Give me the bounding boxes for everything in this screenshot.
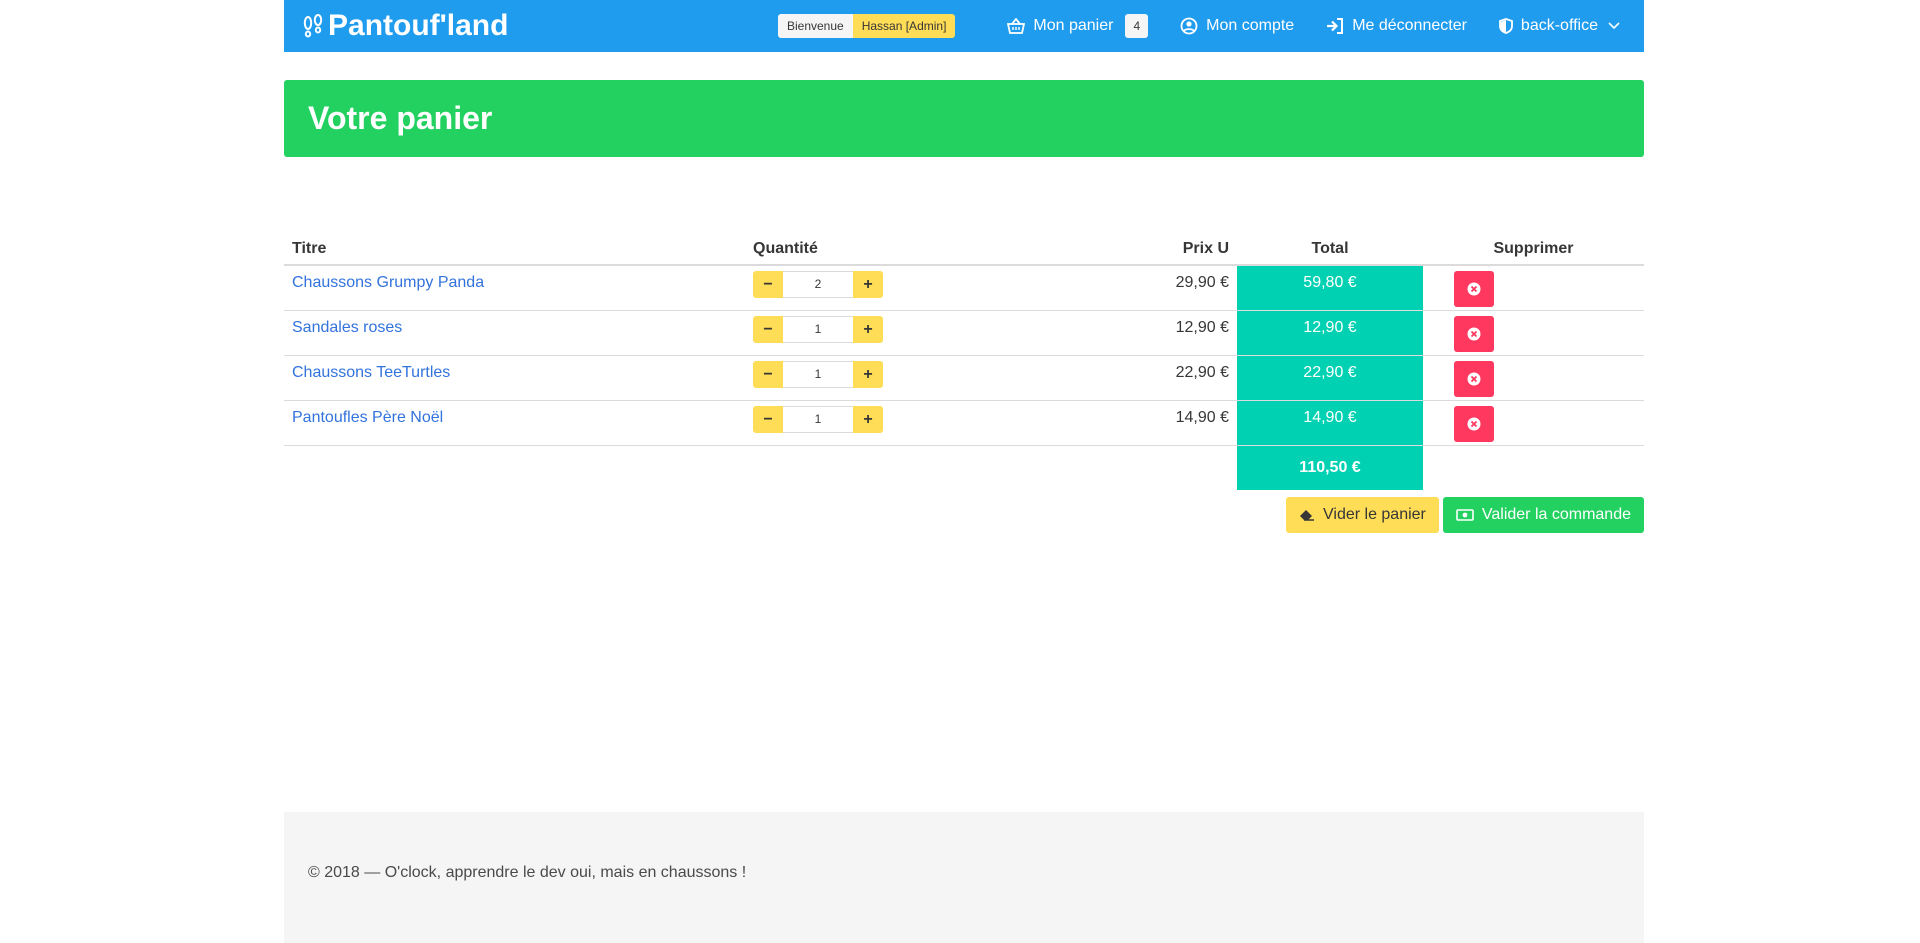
product-link[interactable]: Chaussons Grumpy Panda <box>292 274 484 291</box>
user-circle-icon <box>1180 17 1198 35</box>
money-bill-icon <box>1456 509 1474 521</box>
cart-actions: Vider le panier Valider la commande <box>1286 497 1644 533</box>
table-row: Sandales roses − 1 + 12,90 € 12,90 € <box>284 310 1644 356</box>
unit-price: 14,90 € <box>1175 409 1229 426</box>
minus-icon: − <box>763 365 773 383</box>
brand-link[interactable]: Pantouf'land <box>284 9 508 43</box>
cart-count-badge: 4 <box>1125 14 1149 38</box>
nav-logout[interactable]: Me déconnecter <box>1310 0 1483 52</box>
navbar-menu: Bienvenue Hassan [Admin] Mon panier 4 Mo… <box>777 0 1644 52</box>
user-tag: Hassan [Admin] <box>852 14 956 38</box>
delete-button[interactable] <box>1453 406 1494 442</box>
plus-icon: + <box>863 365 873 383</box>
quantity-stepper: − 1 + <box>753 316 1013 343</box>
shield-icon <box>1499 18 1513 34</box>
eraser-icon <box>1300 510 1314 521</box>
times-circle-icon <box>1467 372 1480 386</box>
empty-cart-button[interactable]: Vider le panier <box>1286 497 1439 533</box>
header-delete: Supprimer <box>1423 234 1644 266</box>
minus-icon: − <box>763 320 773 338</box>
grand-total: 110,50 € <box>1237 445 1423 490</box>
header-qty: Quantité <box>745 234 1021 266</box>
unit-price: 22,90 € <box>1175 364 1229 381</box>
footer-text: © 2018 — O'clock, apprendre le dev oui, … <box>308 864 747 881</box>
product-link[interactable]: Pantoufles Père Noël <box>292 409 443 426</box>
table-row: Chaussons Grumpy Panda − 2 + 29,90 € 59,… <box>284 265 1644 311</box>
times-circle-icon <box>1467 417 1480 431</box>
delete-button[interactable] <box>1453 271 1494 307</box>
nav-logout-label: Me déconnecter <box>1352 17 1467 34</box>
nav-cart-label: Mon panier <box>1033 17 1114 34</box>
increase-button[interactable]: + <box>853 316 883 343</box>
delete-button[interactable] <box>1453 361 1494 397</box>
validate-order-label: Valider la commande <box>1481 506 1631 523</box>
page-container: Pantouf'land Bienvenue Hassan [Admin] Mo… <box>284 0 1644 943</box>
quantity-stepper: − 1 + <box>753 361 1013 388</box>
product-link[interactable]: Chaussons TeeTurtles <box>292 364 450 381</box>
plus-icon: + <box>863 275 873 293</box>
header-title: Titre <box>284 234 745 266</box>
table-header-row: Titre Quantité Prix U Total Supprimer <box>284 234 1644 266</box>
line-total: 22,90 € <box>1303 364 1357 381</box>
cart-table: Titre Quantité Prix U Total Supprimer Ch… <box>284 234 1644 490</box>
product-link[interactable]: Sandales roses <box>292 319 402 336</box>
page-title: Votre panier <box>308 100 493 136</box>
basket-icon <box>1007 18 1026 34</box>
increase-button[interactable]: + <box>853 271 883 298</box>
table-row: Chaussons TeeTurtles − 1 + 22,90 € 22,90… <box>284 355 1644 401</box>
hero-banner: Votre panier <box>284 80 1644 157</box>
quantity-input[interactable]: 1 <box>783 406 853 433</box>
header-total: Total <box>1237 234 1423 266</box>
grand-total-row: 110,50 € <box>284 445 1644 490</box>
decrease-button[interactable]: − <box>753 406 783 433</box>
line-total: 14,90 € <box>1303 409 1357 426</box>
navbar: Pantouf'land Bienvenue Hassan [Admin] Mo… <box>284 0 1644 52</box>
decrease-button[interactable]: − <box>753 361 783 388</box>
chevron-down-icon <box>1608 22 1620 30</box>
empty-cart-label: Vider le panier <box>1323 506 1426 523</box>
decrease-button[interactable]: − <box>753 316 783 343</box>
minus-icon: − <box>763 410 773 428</box>
increase-button[interactable]: + <box>853 361 883 388</box>
brand-name: Pantouf'land <box>328 9 509 42</box>
header-price: Prix U <box>1021 234 1237 266</box>
plus-icon: + <box>863 320 873 338</box>
quantity-input[interactable]: 1 <box>783 316 853 343</box>
quantity-stepper: − 2 + <box>753 271 1013 298</box>
line-total: 59,80 € <box>1303 274 1357 291</box>
increase-button[interactable]: + <box>853 406 883 433</box>
nav-backoffice-dropdown[interactable]: back-office <box>1483 0 1644 52</box>
quantity-input[interactable]: 2 <box>783 271 853 298</box>
delete-button[interactable] <box>1453 316 1494 352</box>
nav-cart[interactable]: Mon panier 4 <box>991 0 1164 52</box>
unit-price: 12,90 € <box>1175 319 1229 336</box>
sign-in-icon <box>1327 18 1344 34</box>
footprints-icon <box>303 14 323 38</box>
plus-icon: + <box>863 410 873 428</box>
nav-backoffice-label: back-office <box>1520 17 1598 34</box>
minus-icon: − <box>763 275 773 293</box>
unit-price: 29,90 € <box>1175 274 1229 291</box>
nav-account[interactable]: Mon compte <box>1164 0 1310 52</box>
footer: © 2018 — O'clock, apprendre le dev oui, … <box>284 812 1644 943</box>
validate-order-button[interactable]: Valider la commande <box>1442 497 1644 533</box>
table-row: Pantoufles Père Noël − 1 + 14,90 € 14,90… <box>284 400 1644 446</box>
decrease-button[interactable]: − <box>753 271 783 298</box>
user-tags: Bienvenue Hassan [Admin] <box>777 14 956 38</box>
quantity-stepper: − 1 + <box>753 406 1013 433</box>
welcome-tag: Bienvenue <box>777 14 853 38</box>
line-total: 12,90 € <box>1303 319 1357 336</box>
times-circle-icon <box>1467 327 1480 341</box>
quantity-input[interactable]: 1 <box>783 361 853 388</box>
times-circle-icon <box>1467 282 1480 296</box>
nav-account-label: Mon compte <box>1206 17 1295 34</box>
